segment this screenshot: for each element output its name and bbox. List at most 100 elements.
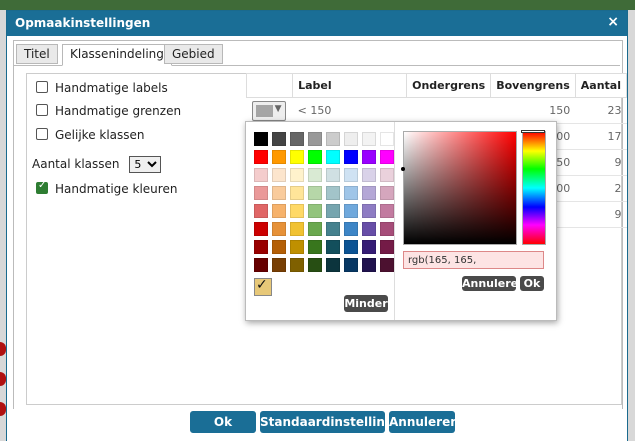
color-swatch[interactable] [380, 258, 394, 272]
color-swatch[interactable] [326, 150, 340, 164]
color-swatch[interactable] [326, 258, 340, 272]
palette-row [254, 240, 398, 254]
color-dropdown-button[interactable]: ▼ [251, 100, 286, 121]
saturation-handle[interactable] [401, 167, 405, 171]
label-cell[interactable]: < 150 [292, 97, 407, 124]
defaults-button[interactable]: Standaardinstellingen [260, 411, 410, 433]
color-swatch[interactable] [326, 204, 340, 218]
color-swatch[interactable] [380, 150, 394, 164]
color-swatch[interactable] [380, 204, 394, 218]
tab-klassenindeling[interactable]: Klassenindeling [62, 44, 172, 66]
color-swatch[interactable] [272, 204, 286, 218]
color-swatch[interactable] [272, 240, 286, 254]
color-swatch[interactable] [344, 132, 358, 146]
color-swatch[interactable] [326, 168, 340, 182]
manual-bounds-option[interactable]: Handmatige grenzen [36, 104, 181, 118]
color-swatch[interactable] [344, 186, 358, 200]
tab-titel[interactable]: Titel [16, 44, 58, 64]
ok-button[interactable]: Ok [190, 411, 256, 433]
color-swatch[interactable] [290, 240, 304, 254]
color-swatch[interactable] [290, 222, 304, 236]
palette-row [254, 204, 398, 218]
color-swatch[interactable] [254, 258, 268, 272]
color-swatch[interactable] [272, 222, 286, 236]
picker-ok-button[interactable]: Ok [520, 276, 544, 291]
cancel-button[interactable]: Annuleren [389, 411, 459, 433]
color-swatch[interactable] [362, 258, 376, 272]
equal-classes-option[interactable]: Gelijke klassen [36, 128, 145, 142]
color-cell: ▼ [246, 97, 293, 124]
color-swatch[interactable] [326, 240, 340, 254]
color-swatch[interactable] [290, 258, 304, 272]
color-swatch[interactable] [362, 186, 376, 200]
color-swatch[interactable] [272, 186, 286, 200]
count-cell: 9 [575, 149, 627, 176]
hue-slider[interactable] [522, 131, 546, 245]
color-swatch[interactable] [344, 240, 358, 254]
color-swatch[interactable] [344, 222, 358, 236]
header-color [245, 73, 294, 98]
equal-classes-label: Gelijke klassen [55, 128, 145, 142]
less-button[interactable]: Minder [344, 295, 388, 312]
manual-labels-option[interactable]: Handmatige labels [36, 81, 168, 95]
color-swatch[interactable] [290, 168, 304, 182]
color-swatch[interactable] [308, 132, 322, 146]
color-swatch[interactable] [362, 132, 376, 146]
color-swatch[interactable] [326, 222, 340, 236]
manual-labels-checkbox[interactable] [36, 81, 48, 93]
color-swatch[interactable] [254, 186, 268, 200]
color-swatch[interactable] [308, 222, 322, 236]
color-swatch[interactable] [362, 240, 376, 254]
picker-cancel-button[interactable]: Annuleren [462, 276, 526, 291]
color-swatch[interactable] [326, 132, 340, 146]
hue-handle[interactable] [521, 130, 545, 133]
color-swatch[interactable] [308, 150, 322, 164]
color-swatch[interactable] [290, 204, 304, 218]
color-swatch[interactable] [362, 168, 376, 182]
color-swatch[interactable] [362, 222, 376, 236]
color-swatch[interactable] [272, 132, 286, 146]
color-swatch[interactable] [308, 204, 322, 218]
num-classes-label: Aantal klassen [32, 157, 120, 171]
close-icon[interactable]: × [607, 14, 619, 30]
color-swatch[interactable] [308, 186, 322, 200]
color-swatch[interactable] [344, 204, 358, 218]
color-swatch[interactable] [254, 132, 268, 146]
color-swatch[interactable] [254, 168, 268, 182]
color-swatch[interactable] [272, 258, 286, 272]
manual-colors-checkbox[interactable] [36, 180, 48, 194]
color-swatch[interactable] [254, 240, 268, 254]
color-swatch[interactable] [326, 186, 340, 200]
color-swatch[interactable] [380, 240, 394, 254]
color-swatch[interactable] [380, 168, 394, 182]
color-swatch[interactable] [344, 168, 358, 182]
color-swatch[interactable] [362, 204, 376, 218]
tab-gebied[interactable]: Gebied [164, 44, 223, 64]
color-swatch[interactable] [380, 132, 394, 146]
manual-colors-option[interactable]: Handmatige kleuren [36, 180, 177, 196]
color-swatch[interactable] [362, 150, 376, 164]
header-label: Label [292, 73, 408, 98]
rgb-input[interactable] [403, 251, 544, 269]
color-swatch[interactable] [344, 150, 358, 164]
color-swatch[interactable] [290, 186, 304, 200]
color-swatch[interactable] [254, 150, 268, 164]
color-swatch[interactable] [272, 168, 286, 182]
selected-color-check-icon[interactable] [254, 277, 272, 296]
color-swatch[interactable] [254, 222, 268, 236]
color-swatch[interactable] [344, 258, 358, 272]
color-swatch[interactable] [272, 150, 286, 164]
manual-bounds-checkbox[interactable] [36, 104, 48, 116]
color-swatch[interactable] [380, 222, 394, 236]
color-swatch[interactable] [380, 186, 394, 200]
color-swatch[interactable] [290, 150, 304, 164]
saturation-gradient[interactable] [403, 131, 517, 245]
equal-classes-checkbox[interactable] [36, 128, 48, 140]
color-swatch[interactable] [254, 204, 268, 218]
num-classes-select[interactable]: 5 [129, 156, 162, 173]
color-swatch[interactable] [308, 240, 322, 254]
manual-labels-label: Handmatige labels [55, 81, 168, 95]
color-swatch[interactable] [308, 258, 322, 272]
color-swatch[interactable] [308, 168, 322, 182]
color-swatch[interactable] [290, 132, 304, 146]
